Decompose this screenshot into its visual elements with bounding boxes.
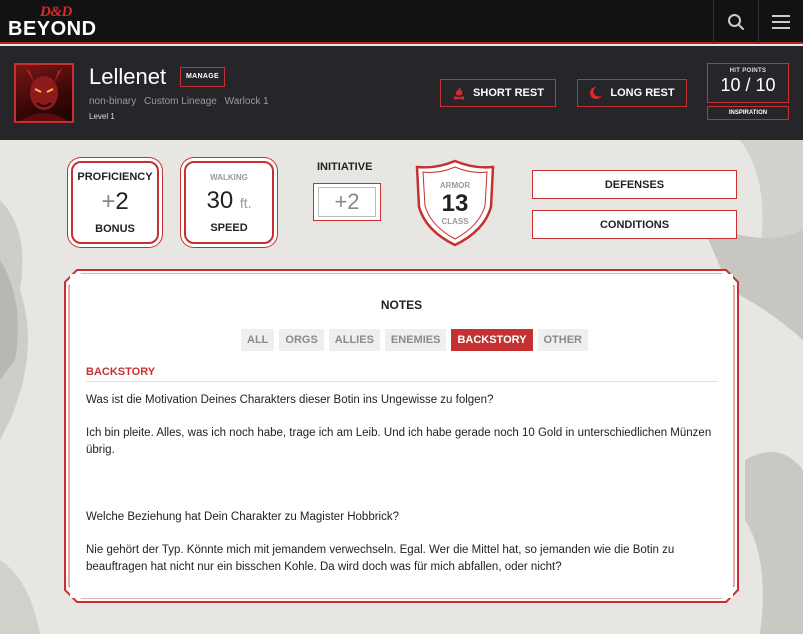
speed-number: 30 [206,187,234,214]
character-header: Lellenet MANAGE non-binary Custom Lineag… [0,46,803,140]
defenses-button[interactable]: DEFENSES [532,170,737,199]
initiative-box[interactable]: +2 [313,183,381,221]
speed-label: SPEED [210,222,248,234]
tab-all[interactable]: ALL [241,329,275,351]
long-rest-button[interactable]: LONG REST [577,79,687,107]
backstory-text[interactable]: Was ist die Motivation Deines Charakters… [86,392,718,576]
notes-tabs: ALL ORGS ALLIES ENEMIES BACKSTORY OTHER [241,329,588,351]
search-button[interactable] [713,0,757,44]
character-class: Warlock 1 [224,96,269,107]
short-rest-label: SHORT REST [473,87,544,99]
tab-allies[interactable]: ALLIES [328,329,380,351]
armor-class-value: 13 [441,190,469,217]
campfire-icon [453,87,465,100]
character-race: Custom Lineage [144,96,217,107]
speed-value: 30 ft. [186,187,272,215]
proficiency-bonus-box: PROFICIENCY +2 BONUS [71,161,159,244]
proficiency-sign: + [101,188,116,215]
character-level: Level 1 [89,112,115,121]
initiative-label: INITIATIVE [317,161,373,173]
backstory-question-2: Welche Beziehung hat Dein Charakter zu M… [86,511,399,523]
armor-class-label: CLASS [441,217,469,226]
proficiency-value: +2 [73,188,157,216]
tab-backstory[interactable]: BACKSTORY [451,329,533,351]
main-menu-button[interactable] [758,0,803,44]
character-name: Lellenet [89,64,167,89]
hit-points-label: HIT POINTS [729,68,767,74]
notes-panel: NOTES ALL ORGS ALLIES ENEMIES BACKSTORY … [70,274,733,598]
backstory-answer-1: Ich bin pleite. Alles, was ich noch habe… [86,427,712,456]
backstory-question-1: Was ist die Motivation Deines Charakters… [86,394,494,406]
search-icon [727,14,744,30]
moon-icon [590,86,604,99]
initiative-value: +2 [318,187,376,217]
hamburger-menu-icon [772,15,790,29]
proficiency-bonus-label: BONUS [95,223,135,235]
character-gender: non-binary [89,96,137,107]
manage-button[interactable]: MANAGE [180,67,225,87]
short-rest-button[interactable]: SHORT REST [440,79,556,107]
backstory-heading: BACKSTORY [86,366,718,382]
inspiration-button[interactable]: INSPIRATION [707,106,789,120]
tab-other[interactable]: OTHER [537,329,588,351]
proficiency-number: 2 [115,188,129,215]
logo-beyond-text: BEYOND [8,18,97,40]
tab-enemies[interactable]: ENEMIES [384,329,447,351]
tab-orgs[interactable]: ORGS [279,329,324,351]
notes-title: NOTES [380,298,423,312]
armor-label: ARMOR [439,181,471,190]
long-rest-label: LONG REST [610,87,675,99]
speed-unit: ft. [239,195,252,211]
walking-speed-box[interactable]: WALKING 30 ft. SPEED [184,161,274,244]
backstory-answer-2: Nie gehört der Typ. Könnte mich mit jema… [86,544,675,573]
dnd-beyond-logo[interactable]: D&D BEYOND [8,4,108,40]
character-summary: non-binary Custom Lineage Warlock 1 [89,96,274,107]
avatar-portrait-icon [20,69,68,121]
hit-points-value: 10 / 10 [720,75,776,95]
top-nav-bar: D&D BEYOND [0,0,803,44]
proficiency-label: PROFICIENCY [77,171,153,183]
conditions-button[interactable]: CONDITIONS [532,210,737,239]
walking-label: WALKING [210,173,248,182]
hit-points-box[interactable]: HIT POINTS 10 / 10 [707,63,789,103]
character-avatar[interactable] [14,63,74,123]
armor-class-shield[interactable]: ARMOR 13 CLASS [414,159,496,247]
